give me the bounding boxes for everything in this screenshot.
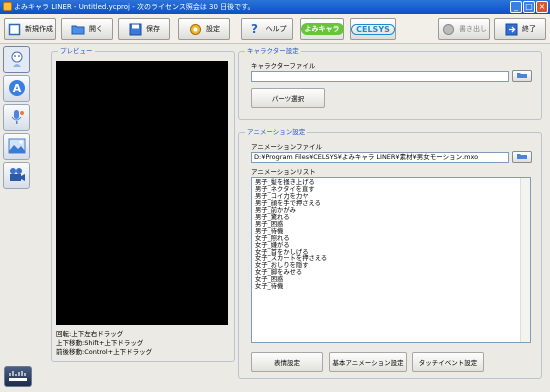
rotate-hint: 回転:上下左右ドラッグ bbox=[56, 330, 124, 338]
animation-file-label: アニメーションファイル bbox=[251, 143, 323, 151]
celsys-logo-button[interactable]: CELSYS bbox=[350, 18, 396, 40]
animation-file-field[interactable]: D:¥Program Files¥CELSYS¥よみキャラ LINER¥素材¥男… bbox=[251, 152, 509, 163]
browse-folder-icon bbox=[516, 152, 528, 162]
exit-button[interactable]: 終了 bbox=[494, 18, 546, 40]
basic-animation-settings-button[interactable]: 基本アニメーション設定 bbox=[329, 352, 407, 372]
character-file-label: キャラクターファイル bbox=[251, 62, 316, 70]
move-vertical-hint: 上下移動:Shift+上下ドラッグ bbox=[56, 339, 144, 347]
yomichara-logo-button[interactable]: よみキャラ bbox=[300, 18, 344, 40]
open-button[interactable]: 開く bbox=[61, 18, 113, 40]
animation-list[interactable]: 男子_髪を掻き上げる 男子_ネクタイを直す 男子_コイ力を力ヤ 男子_顔を手で押… bbox=[251, 177, 531, 343]
app-icon bbox=[3, 2, 12, 11]
landscape-icon bbox=[8, 138, 26, 156]
microphone-icon bbox=[8, 108, 26, 128]
save-button[interactable]: 保存 bbox=[118, 18, 170, 40]
sidebar-character-tool[interactable] bbox=[3, 46, 30, 73]
list-item[interactable]: 女子_待機 bbox=[255, 283, 530, 291]
touch-event-settings-button[interactable]: タッチイベント設定 bbox=[412, 352, 484, 372]
sidebar-text-tool[interactable]: A bbox=[3, 75, 30, 102]
character-file-field[interactable] bbox=[251, 71, 509, 82]
yomichara-logo: よみキャラ bbox=[300, 23, 344, 35]
preview-title: プレビュー bbox=[58, 47, 95, 56]
animation-browse-button[interactable] bbox=[512, 151, 532, 163]
animation-list-label: アニメーションリスト bbox=[251, 168, 316, 176]
move-depth-hint: 前後移動:Control+上下ドラッグ bbox=[56, 348, 153, 356]
window-title: よみキャラ LINER - Untitled.ycproj - 次のライセンス照… bbox=[14, 3, 255, 11]
list-item[interactable]: 女子_照れる bbox=[255, 235, 530, 243]
minimize-button[interactable]: _ bbox=[510, 1, 522, 13]
animation-settings-title: アニメーション設定 bbox=[245, 128, 308, 137]
sidebar-voice-tool[interactable] bbox=[3, 104, 30, 131]
toolbar: 新規作成 開く 保存 設定 ? ヘルプ よみキャラ CELSYS 書き出し 終了 bbox=[0, 14, 550, 44]
sidebar-background-tool[interactable] bbox=[3, 133, 30, 160]
settings-button[interactable]: 設定 bbox=[178, 18, 230, 40]
expression-settings-button[interactable]: 表情設定 bbox=[251, 352, 323, 372]
waveform-icon bbox=[8, 369, 28, 385]
list-item[interactable]: 男子_前かがみ bbox=[255, 207, 530, 215]
new-document-icon bbox=[7, 22, 21, 36]
text-a-icon: A bbox=[8, 79, 26, 99]
sidebar-video-tool[interactable] bbox=[3, 162, 30, 189]
exit-icon bbox=[504, 22, 518, 36]
list-scrollbar[interactable] bbox=[520, 178, 530, 342]
list-item[interactable]: 男子_困惑 bbox=[255, 221, 530, 229]
export-icon bbox=[441, 22, 455, 36]
list-item[interactable]: 女子_困惑 bbox=[255, 276, 530, 284]
title-bar: よみキャラ LINER - Untitled.ycproj - 次のライセンス照… bbox=[0, 0, 550, 14]
folder-icon bbox=[71, 22, 85, 36]
gear-icon bbox=[188, 22, 202, 36]
maximize-button[interactable]: □ bbox=[523, 1, 535, 13]
character-icon bbox=[8, 50, 26, 70]
browse-folder-icon bbox=[516, 71, 528, 81]
close-button[interactable]: × bbox=[536, 1, 548, 13]
parts-select-button[interactable]: パーツ選択 bbox=[251, 88, 325, 108]
list-item[interactable]: 男子_顔を手で押さえる bbox=[255, 200, 530, 208]
character-browse-button[interactable] bbox=[512, 70, 532, 82]
character-settings-title: キャラクター設定 bbox=[245, 47, 301, 56]
celsys-logo: CELSYS bbox=[351, 23, 395, 35]
export-button[interactable]: 書き出し bbox=[438, 18, 490, 40]
list-item[interactable]: 男子_驚れる bbox=[255, 214, 530, 222]
film-camera-icon bbox=[8, 167, 26, 185]
help-button[interactable]: ? ヘルプ bbox=[241, 18, 293, 40]
timeline-tool-button[interactable] bbox=[4, 366, 32, 387]
new-button[interactable]: 新規作成 bbox=[4, 18, 56, 40]
list-item[interactable]: 女子_脚をみせる bbox=[255, 269, 530, 277]
save-icon bbox=[128, 22, 142, 36]
list-item[interactable]: 男子_待機 bbox=[255, 228, 530, 236]
preview-canvas[interactable] bbox=[56, 61, 228, 325]
svg-text:A: A bbox=[12, 82, 21, 95]
help-icon: ? bbox=[251, 22, 258, 36]
